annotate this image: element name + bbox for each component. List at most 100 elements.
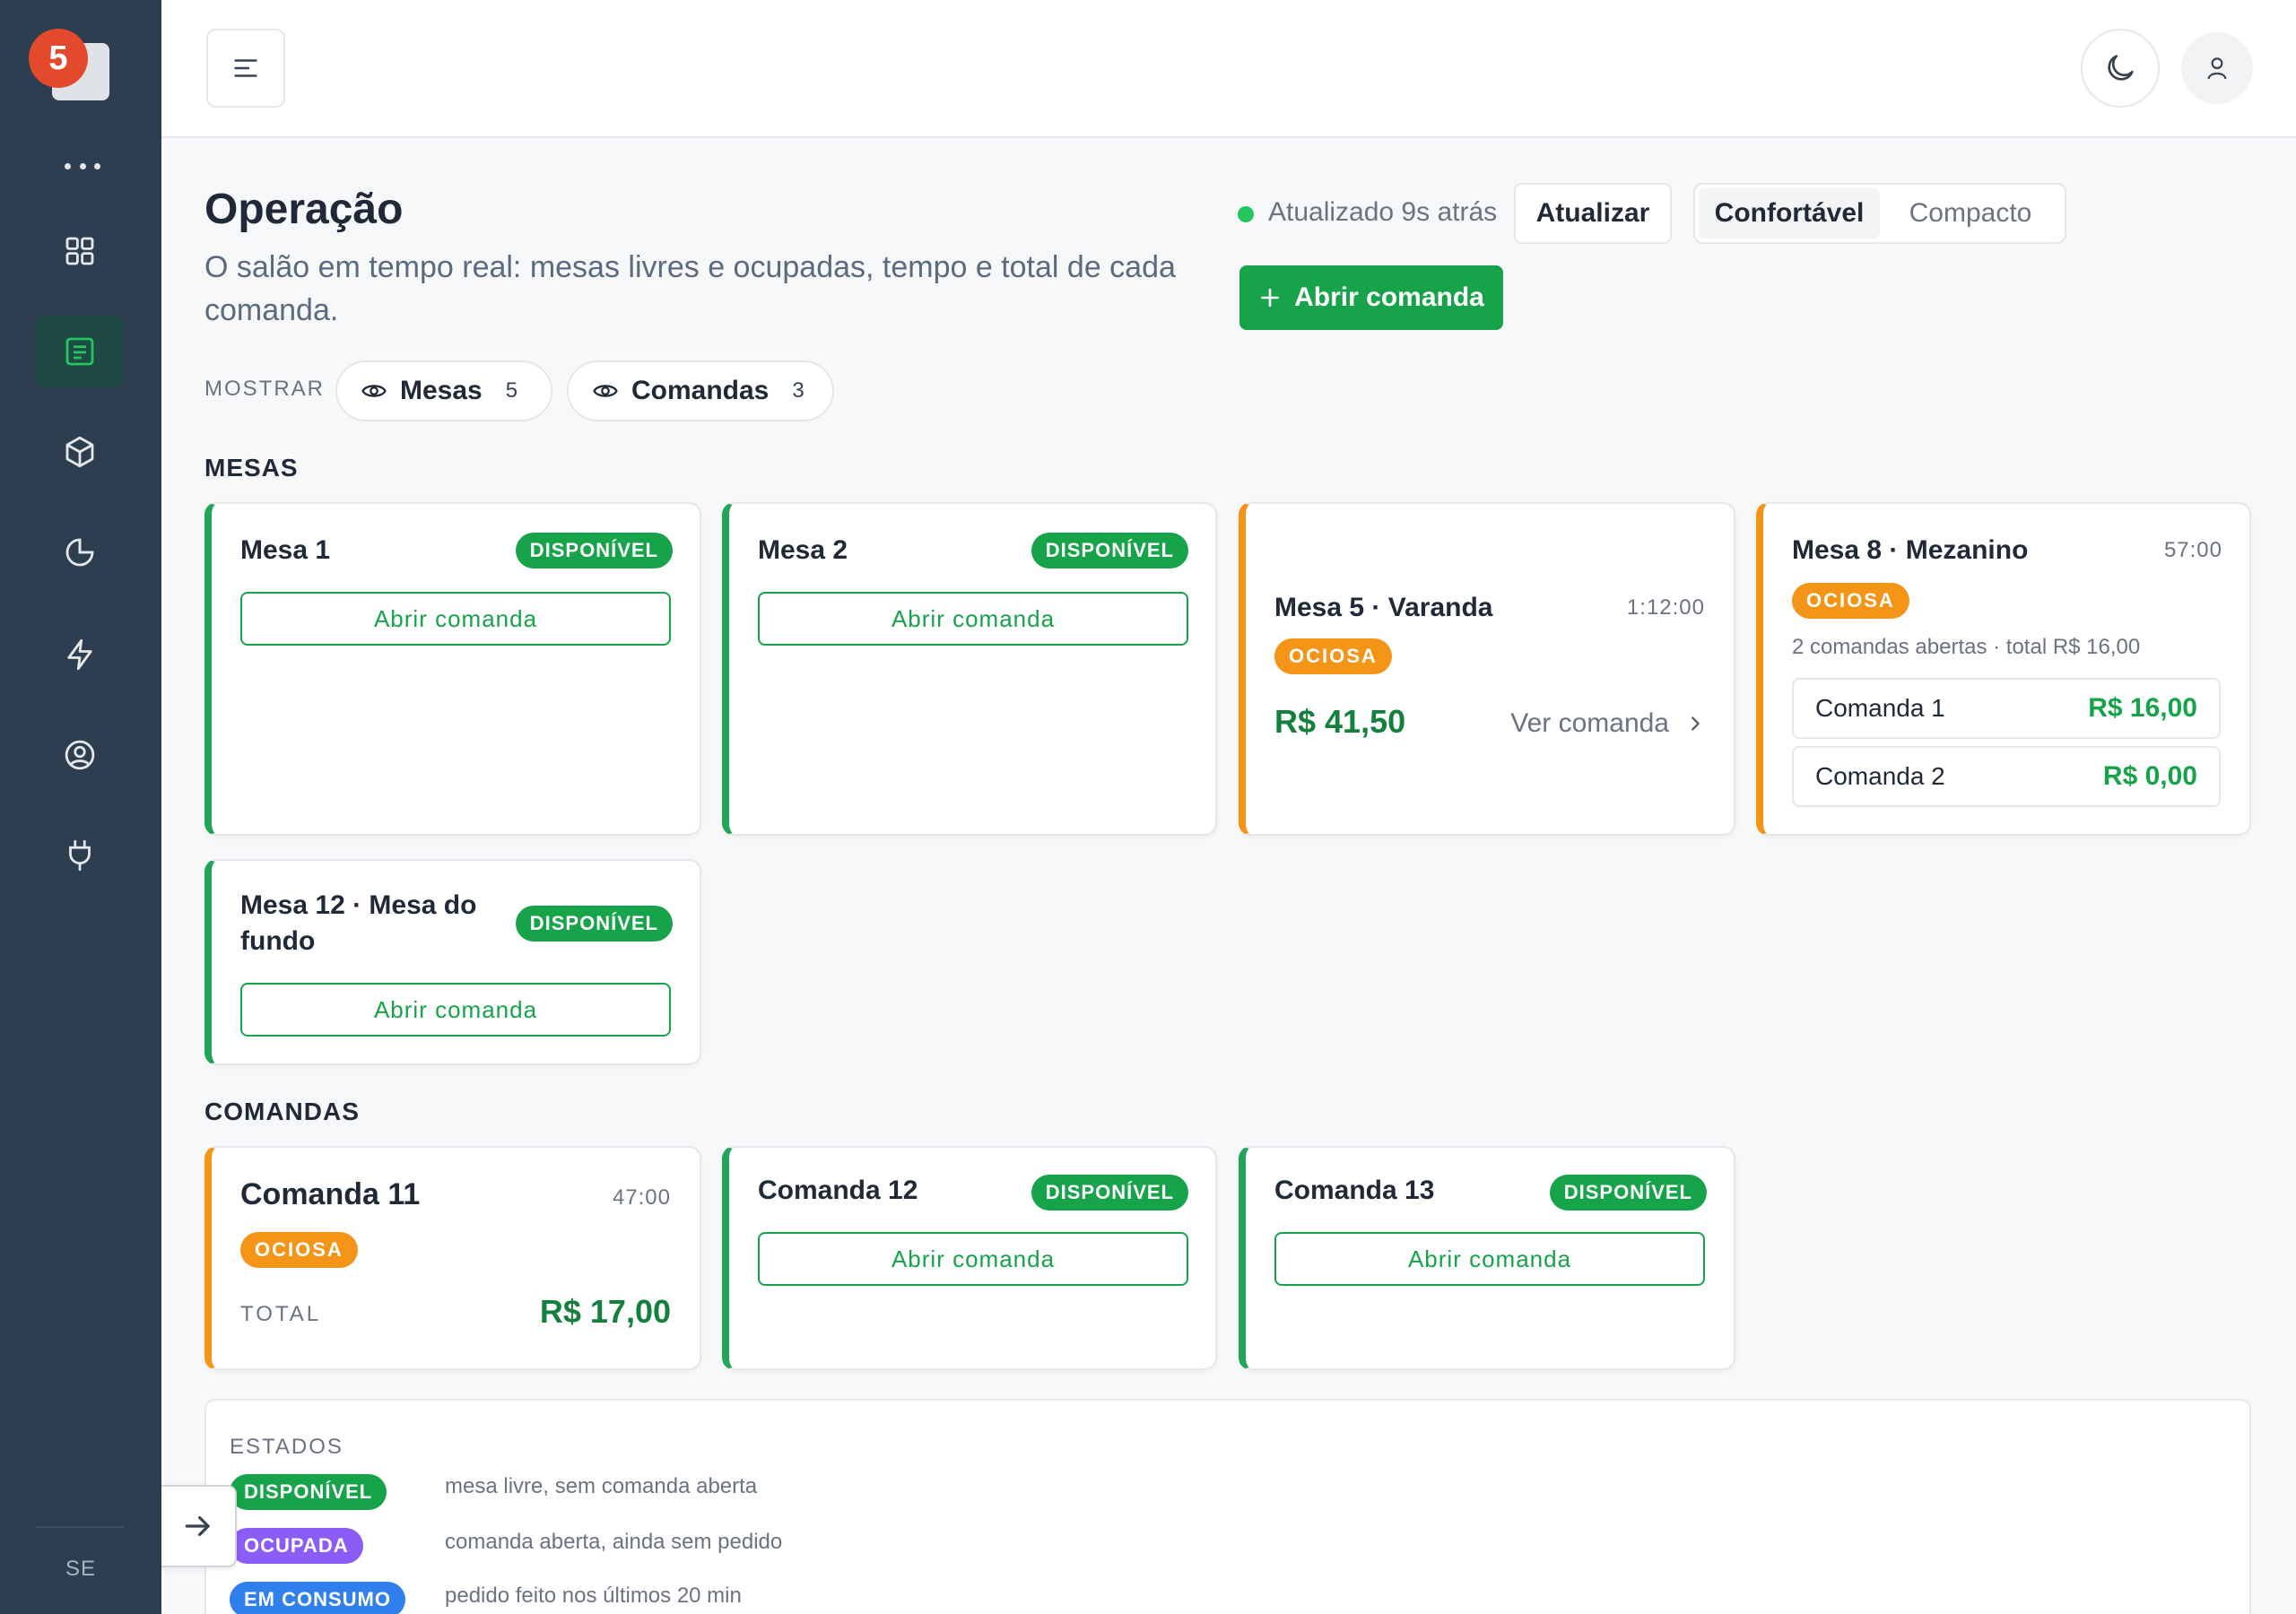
- box-icon: [65, 436, 94, 468]
- view-comanda-link[interactable]: Ver comanda: [1510, 708, 1705, 739]
- open-comanda-button[interactable]: Abrir comanda: [1274, 1232, 1705, 1286]
- legend-badge-disponivel: DISPONÍVEL: [230, 1474, 387, 1510]
- comanda-card[interactable]: Comanda 11 47:00 OCIOSA TOTAL R$ 17,00: [204, 1146, 701, 1370]
- user-icon: [2207, 57, 2227, 80]
- filter-chip-count: 3: [792, 378, 804, 403]
- density-toggle: Confortável Compacto: [1693, 183, 2066, 244]
- legend-badge-em-consumo: EM CONSUMO: [230, 1582, 405, 1614]
- sidebar-divider: [36, 1526, 124, 1528]
- mesa-title-line: fundo: [240, 926, 316, 956]
- sidebar-footer-label[interactable]: SE: [0, 1557, 161, 1582]
- legend-text: comanda aberta, ainda sem pedido: [445, 1530, 783, 1554]
- arrow-right-icon: [185, 1515, 210, 1537]
- legend-text: mesa livre, sem comanda aberta: [445, 1474, 758, 1498]
- section-title-comandas: COMANDAS: [204, 1098, 360, 1125]
- comanda-row[interactable]: Comanda 2 R$ 0,00: [1792, 746, 2221, 807]
- user-circle-icon: [65, 740, 95, 770]
- last-updated-text: Atualizado 9s atrás: [1268, 197, 1498, 227]
- status-badge: OCIOSA: [240, 1232, 358, 1268]
- comanda-row[interactable]: Comanda 1 R$ 16,00: [1792, 678, 2221, 739]
- status-badge: OCIOSA: [1274, 638, 1392, 674]
- lightning-icon: [67, 638, 92, 671]
- open-comanda-button[interactable]: Abrir comanda: [1239, 265, 1503, 330]
- mesa-card[interactable]: Mesa 8 · Mezanino 57:00 OCIOSA 2 comanda…: [1756, 502, 2251, 836]
- legend-badge-ocupada: OCUPADA: [230, 1528, 363, 1564]
- status-badge: DISPONÍVEL: [1031, 533, 1188, 568]
- filter-chip-label: Mesas: [400, 376, 483, 405]
- eye-icon: [361, 385, 387, 397]
- sidebar-item-operacao[interactable]: [36, 316, 124, 387]
- sidebar-item-produtos[interactable]: [36, 416, 124, 488]
- open-comanda-button[interactable]: Abrir comanda: [240, 983, 671, 1037]
- section-title-mesas: MESAS: [204, 454, 299, 482]
- elapsed-time: 57:00: [2163, 538, 2222, 562]
- comanda-card[interactable]: Comanda 12 DISPONÍVEL Abrir comanda: [722, 1146, 1217, 1370]
- status-badge: DISPONÍVEL: [1031, 1175, 1188, 1210]
- page-subtitle: O salão em tempo real: mesas livres e oc…: [204, 250, 1176, 327]
- view-comanda-label: Ver comanda: [1510, 708, 1669, 738]
- total-label: TOTAL: [240, 1302, 322, 1326]
- plus-icon: [1261, 289, 1280, 307]
- status-badge: DISPONÍVEL: [515, 533, 673, 568]
- comanda-card[interactable]: Comanda 13 DISPONÍVEL Abrir comanda: [1239, 1146, 1735, 1370]
- legend-text: pedido feito nos últimos 20 min: [445, 1584, 742, 1608]
- status-badge: DISPONÍVEL: [1549, 1175, 1707, 1210]
- comandas-summary: 2 comandas abertas · total R$ 16,00: [1792, 635, 2141, 659]
- density-option-confortavel[interactable]: Confortável: [1699, 188, 1880, 239]
- comanda-title: Comanda 13: [1274, 1176, 1435, 1205]
- comanda-title: Comanda 12: [758, 1176, 918, 1205]
- status-badge: OCIOSA: [1792, 583, 1909, 619]
- mesa-card[interactable]: Mesa 5 · Varanda 1:12:00 OCIOSA R$ 41,50…: [1239, 502, 1735, 836]
- eye-icon: [593, 385, 618, 397]
- user-menu-button[interactable]: [2181, 32, 2253, 104]
- filter-chip-count: 5: [505, 378, 518, 403]
- mesa-card[interactable]: Mesa 12 · Mesa do fundo DISPONÍVEL Abrir…: [204, 859, 701, 1065]
- comanda-title: Comanda 11: [240, 1177, 421, 1211]
- list-icon: [65, 337, 94, 366]
- legend-title: ESTADOS: [230, 1435, 344, 1459]
- comanda-name: Comanda 2: [1815, 762, 1945, 790]
- refresh-button[interactable]: Atualizar: [1514, 183, 1672, 244]
- sidebar-item-automacoes[interactable]: [36, 619, 124, 690]
- sidebar: 5 SE: [0, 0, 161, 1614]
- mesa-total: R$ 41,50: [1274, 703, 1406, 740]
- open-comanda-label: Abrir comanda: [1294, 282, 1484, 312]
- filter-label: MOSTRAR: [204, 377, 325, 401]
- density-option-compacto[interactable]: Compacto: [1880, 188, 2061, 239]
- topbar: [161, 0, 2296, 138]
- notification-badge[interactable]: 5: [29, 29, 88, 88]
- mesa-title: Mesa 12 · Mesa do fundo: [240, 888, 476, 959]
- sidebar-item-dashboard[interactable]: [36, 215, 124, 287]
- comanda-name: Comanda 1: [1815, 694, 1945, 722]
- mesa-title: Mesa 5 · Varanda: [1274, 593, 1493, 622]
- open-comanda-button[interactable]: Abrir comanda: [240, 592, 671, 646]
- elapsed-time: 47:00: [612, 1185, 671, 1210]
- chevron-right-icon: [1692, 716, 1700, 731]
- comanda-value: R$ 0,00: [2102, 761, 2197, 791]
- mesa-card[interactable]: Mesa 2 DISPONÍVEL Abrir comanda: [722, 502, 1217, 836]
- mesa-title-line: Mesa 12 · Mesa do: [240, 890, 477, 920]
- status-badge: DISPONÍVEL: [515, 906, 673, 941]
- mesa-title: Mesa 8 · Mezanino: [1792, 535, 2029, 565]
- mesa-title: Mesa 2: [758, 535, 848, 565]
- sidebar-item-relatorios[interactable]: [36, 516, 124, 588]
- filter-chip-mesas[interactable]: Mesas 5: [335, 360, 552, 421]
- grid-icon: [65, 237, 94, 265]
- open-comanda-button[interactable]: Abrir comanda: [758, 1232, 1188, 1286]
- theme-toggle-button[interactable]: [2081, 29, 2160, 108]
- mesa-title: Mesa 1: [240, 535, 331, 565]
- more-icon[interactable]: [65, 152, 100, 179]
- status-legend: ESTADOS DISPONÍVEL mesa livre, sem coman…: [204, 1399, 2251, 1614]
- open-comanda-button[interactable]: Abrir comanda: [758, 592, 1188, 646]
- page-title: Operação: [204, 186, 404, 233]
- sidebar-item-integracoes[interactable]: [36, 820, 124, 891]
- pie-chart-icon: [65, 538, 94, 567]
- mesa-card[interactable]: Mesa 1 DISPONÍVEL Abrir comanda: [204, 502, 701, 836]
- elapsed-time: 1:12:00: [1626, 595, 1705, 620]
- expand-sidebar-button[interactable]: [161, 1485, 237, 1567]
- moon-icon: [2108, 55, 2134, 81]
- menu-icon: [234, 59, 257, 77]
- menu-button[interactable]: [206, 29, 285, 108]
- filter-chip-comandas[interactable]: Comandas 3: [567, 360, 834, 421]
- sidebar-item-usuarios[interactable]: [36, 719, 124, 791]
